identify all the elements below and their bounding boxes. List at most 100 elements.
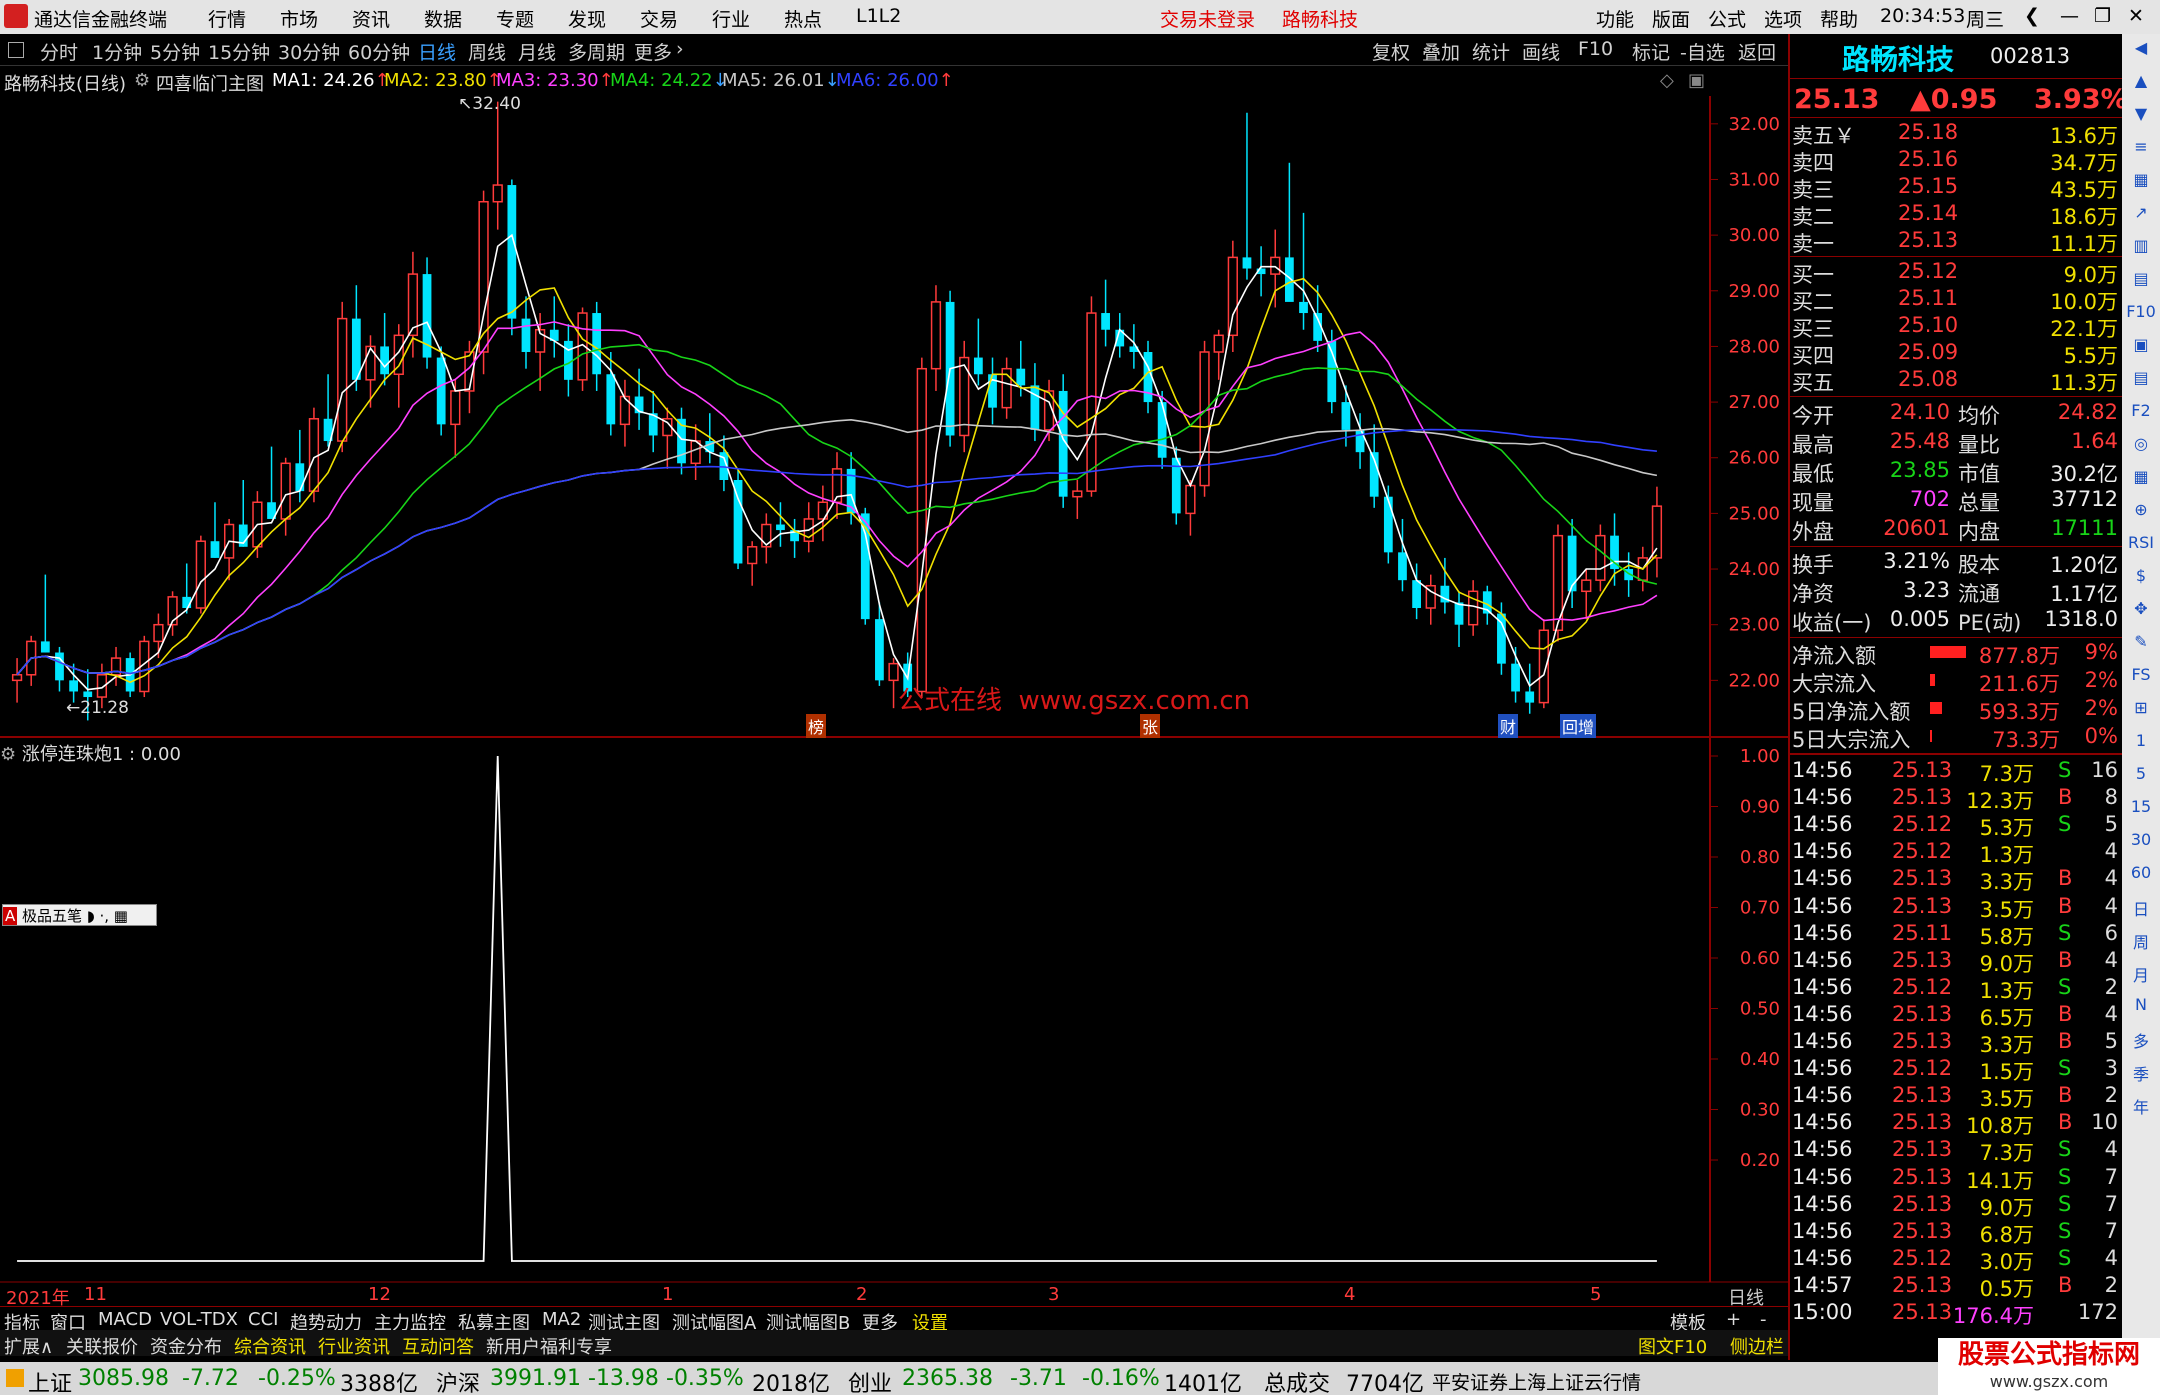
subtab-hangye[interactable]: 行业资讯	[318, 1333, 390, 1359]
tab-60min[interactable]: 60分钟	[348, 38, 410, 65]
ime-toolbar[interactable]: A 极品五笔 ◗ ·, ▦	[2, 904, 157, 926]
menu-shuju[interactable]: 数据	[424, 5, 462, 32]
side-icon-4[interactable]: ▦	[2126, 170, 2156, 198]
subtab-f10[interactable]: 图文F10	[1638, 1333, 1707, 1359]
side-icon-5[interactable]: ↗	[2126, 203, 2156, 231]
window-icon[interactable]: ▣	[1688, 70, 1705, 91]
side-icon-10[interactable]: ▤	[2126, 368, 2156, 396]
tab-15min[interactable]: 15分钟	[208, 38, 270, 65]
side-icon-22[interactable]: 5	[2126, 764, 2156, 792]
feed-label[interactable]: 平安证券上海上证云行情	[1432, 1368, 1641, 1395]
menu-banmian[interactable]: 版面	[1652, 5, 1690, 32]
side-icon-15[interactable]: RSI	[2126, 533, 2156, 561]
tab-monthly[interactable]: 月线	[518, 38, 556, 65]
marker-bang[interactable]: 榜	[806, 714, 827, 738]
subtab-expand[interactable]: 扩展∧	[4, 1333, 53, 1359]
cy-name[interactable]: 创业	[848, 1366, 892, 1395]
minimize-icon[interactable]: —	[2060, 5, 2079, 27]
side-icon-12[interactable]: ◎	[2126, 434, 2156, 462]
side-icon-20[interactable]: ⊞	[2126, 698, 2156, 726]
subtab-hudong[interactable]: 互动问答	[402, 1333, 474, 1359]
side-icon-8[interactable]: F10	[2126, 302, 2156, 330]
restore-icon[interactable]: ❐	[2094, 5, 2111, 27]
subtab-guanlian[interactable]: 关联报价	[66, 1333, 138, 1359]
tab-more[interactable]: 更多	[634, 38, 672, 65]
side-icon-27[interactable]: 周	[2126, 929, 2156, 957]
tab-vol[interactable]: VOL-TDX	[160, 1309, 238, 1330]
tab-fenshi[interactable]: 分时	[40, 38, 78, 65]
menu-faxian[interactable]: 发现	[568, 5, 606, 32]
tab-5min[interactable]: 5分钟	[150, 38, 200, 65]
menu-l1l2[interactable]: L1L2	[856, 5, 901, 27]
btn-tongji[interactable]: 统计	[1472, 38, 1510, 65]
sh-name[interactable]: 上证	[28, 1366, 72, 1395]
tab-minus[interactable]: -	[1760, 1309, 1767, 1330]
side-icon-9[interactable]: ▣	[2126, 335, 2156, 363]
side-icon-7[interactable]: ▤	[2126, 269, 2156, 297]
menu-hangqing[interactable]: 行情	[208, 5, 246, 32]
btn-biaoji[interactable]: 标记	[1632, 38, 1670, 65]
side-icon-29[interactable]: N	[2126, 995, 2156, 1023]
btn-zixuan[interactable]: -自选	[1680, 38, 1725, 65]
menu-bangzhu[interactable]: 帮助	[1820, 5, 1858, 32]
tab-macd[interactable]: MACD	[98, 1309, 152, 1330]
btn-fanhui[interactable]: 返回	[1738, 38, 1776, 65]
subtab-zonghe[interactable]: 综合资讯	[234, 1333, 306, 1359]
marker-huizeng[interactable]: 回增	[1560, 714, 1597, 738]
side-icon-6[interactable]: ▥	[2126, 236, 2156, 264]
btn-diejia[interactable]: 叠加	[1422, 38, 1460, 65]
side-icon-30[interactable]: 多	[2126, 1028, 2156, 1056]
side-icon-25[interactable]: 60	[2126, 863, 2156, 891]
btn-huaxian[interactable]: 画线	[1522, 38, 1560, 65]
side-icon-17[interactable]: ✥	[2126, 599, 2156, 627]
side-icon-0[interactable]: ◀	[2126, 38, 2156, 66]
chevron-right-icon[interactable]: ›	[676, 38, 684, 60]
side-icon-1[interactable]: ▲	[2126, 71, 2156, 99]
tab-daily[interactable]: 日线	[418, 38, 456, 65]
side-icon-18[interactable]: ✎	[2126, 632, 2156, 660]
status-icon[interactable]	[6, 1369, 24, 1387]
login-status[interactable]: 交易未登录	[1160, 5, 1255, 32]
side-icon-24[interactable]: 30	[2126, 830, 2156, 858]
btn-fuquan[interactable]: 复权	[1372, 38, 1410, 65]
side-icon-11[interactable]: F2	[2126, 401, 2156, 429]
side-icon-13[interactable]: ▦	[2126, 467, 2156, 495]
side-icon-32[interactable]: 年	[2126, 1094, 2156, 1122]
kline-chart[interactable]: 32.0031.0030.0029.0028.0027.0026.0025.00…	[0, 96, 1788, 1306]
tab-multi[interactable]: 多周期	[568, 38, 625, 65]
tab-ma2[interactable]: MA2	[542, 1309, 581, 1330]
tab-1min[interactable]: 1分钟	[92, 38, 142, 65]
tab-weekly[interactable]: 周线	[468, 38, 506, 65]
tab-plus[interactable]: +	[1726, 1309, 1741, 1330]
menu-xuanxiang[interactable]: 选项	[1764, 5, 1802, 32]
side-icon-28[interactable]: 月	[2126, 962, 2156, 990]
toolbar-square-icon[interactable]	[8, 42, 24, 58]
menu-gongneng[interactable]: 功能	[1596, 5, 1634, 32]
marker-zhang[interactable]: 张	[1140, 714, 1161, 738]
menu-hangye[interactable]: 行业	[712, 5, 750, 32]
menu-gongshi[interactable]: 公式	[1708, 5, 1746, 32]
hs-name[interactable]: 沪深	[436, 1366, 480, 1395]
menu-zixun[interactable]: 资讯	[352, 5, 390, 32]
menu-redian[interactable]: 热点	[784, 5, 822, 32]
indicator-settings-icon[interactable]: ⚙	[0, 744, 22, 765]
side-icon-3[interactable]: ≡	[2126, 137, 2156, 165]
tab-cci[interactable]: CCI	[248, 1309, 278, 1330]
side-icon-14[interactable]: ⊕	[2126, 500, 2156, 528]
side-icon-19[interactable]: FS	[2126, 665, 2156, 693]
back-icon[interactable]: ❮	[2024, 5, 2040, 27]
side-icon-26[interactable]: 日	[2126, 896, 2156, 924]
side-icon-23[interactable]: 15	[2126, 797, 2156, 825]
side-icon-2[interactable]: ▼	[2126, 104, 2156, 132]
side-icon-16[interactable]: $	[2126, 566, 2156, 594]
subtab-zijin[interactable]: 资金分布	[150, 1333, 222, 1359]
menu-jiaoyi[interactable]: 交易	[640, 5, 678, 32]
menu-zhuanti[interactable]: 专题	[496, 5, 534, 32]
side-icon-21[interactable]: 1	[2126, 731, 2156, 759]
tab-30min[interactable]: 30分钟	[278, 38, 340, 65]
menu-shichang[interactable]: 市场	[280, 5, 318, 32]
diamond-icon[interactable]: ◇	[1660, 70, 1674, 91]
marker-cai[interactable]: 财	[1498, 714, 1519, 738]
btn-f10[interactable]: F10	[1578, 38, 1613, 60]
close-icon[interactable]: ✕	[2128, 5, 2144, 27]
